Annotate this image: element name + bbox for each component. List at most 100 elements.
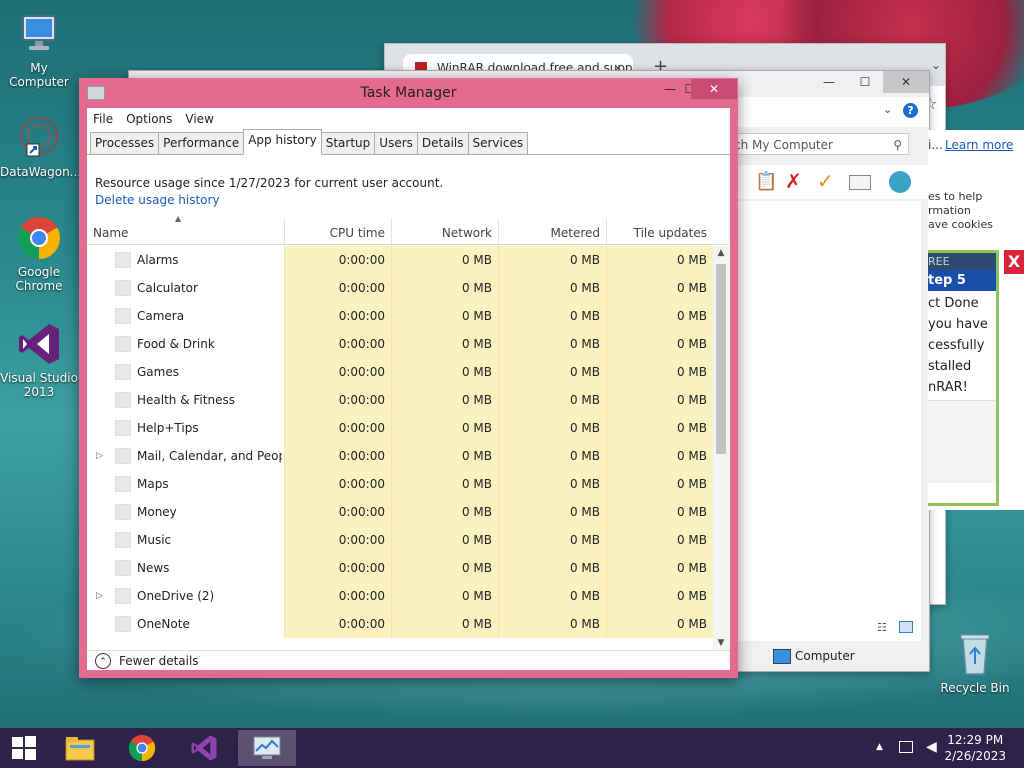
learn-more-link[interactable]: Learn more bbox=[945, 138, 1013, 152]
expand-arrow-icon[interactable]: ▷ bbox=[96, 582, 103, 610]
menu-options[interactable]: Options bbox=[126, 112, 172, 126]
desktop-icon-my-computer[interactable]: My Computer bbox=[0, 10, 78, 89]
cpu-time-cell: 0:00:00 bbox=[284, 274, 391, 302]
task-manager-window[interactable]: Task Manager — ☐ ✕ File Options View Pro… bbox=[79, 78, 738, 678]
properties-icon[interactable] bbox=[849, 175, 871, 190]
menu-view[interactable]: View bbox=[185, 112, 213, 126]
table-row[interactable]: Games 0:00:00 0 MB 0 MB 0 MB bbox=[87, 358, 713, 386]
paste-icon[interactable]: 📋 bbox=[755, 171, 777, 192]
explorer-window-controls: — ☐ ✕ bbox=[811, 71, 929, 97]
table-row[interactable]: Food & Drink 0:00:00 0 MB 0 MB 0 MB bbox=[87, 330, 713, 358]
taskbar-visual-studio[interactable] bbox=[180, 730, 228, 766]
delete-icon[interactable]: ✗ bbox=[785, 169, 802, 193]
tab-details[interactable]: Details bbox=[416, 132, 469, 155]
column-header-network[interactable]: Network bbox=[391, 218, 498, 244]
dropdown-chevron-icon[interactable]: ⌄ bbox=[883, 103, 892, 116]
task-manager-titlebar[interactable]: Task Manager — ☐ ✕ bbox=[79, 78, 738, 106]
table-row[interactable]: Calculator 0:00:00 0 MB 0 MB 0 MB bbox=[87, 274, 713, 302]
explorer-search-input[interactable]: ch My Computer ⚲ bbox=[729, 133, 909, 155]
install-ad-panel: REE tep 5 ct Done you have cessfully sta… bbox=[928, 250, 999, 506]
network-cell: 0 MB bbox=[391, 498, 498, 526]
tab-app-history[interactable]: App history bbox=[243, 129, 322, 155]
globe-icon[interactable] bbox=[889, 171, 911, 193]
menu-file[interactable]: File bbox=[93, 112, 113, 126]
desktop-icon-google-chrome[interactable]: Google Chrome bbox=[0, 214, 78, 293]
app-name-cell: ▷ Mail, Calendar, and Peop... bbox=[87, 442, 284, 470]
column-header-metered-network[interactable]: Metered network bbox=[498, 218, 606, 270]
desktop-icon-visual-studio[interactable]: Visual Studio 2013 bbox=[0, 320, 78, 399]
table-row[interactable]: Money 0:00:00 0 MB 0 MB 0 MB bbox=[87, 498, 713, 526]
delete-usage-history-link[interactable]: Delete usage history bbox=[95, 193, 220, 207]
table-row[interactable]: Music 0:00:00 0 MB 0 MB 0 MB bbox=[87, 526, 713, 554]
app-tile-icon bbox=[115, 560, 131, 576]
app-tile-icon bbox=[115, 308, 131, 324]
desktop-icon-recycle-bin[interactable]: Recycle Bin bbox=[936, 630, 1014, 695]
explorer-minimize-button[interactable]: — bbox=[811, 71, 847, 93]
desktop-icon-datawagon[interactable]: DataWagon... bbox=[0, 114, 81, 179]
network-icon[interactable] bbox=[899, 741, 913, 753]
network-cell: 0 MB bbox=[391, 302, 498, 330]
table-row[interactable]: ▷ Mail, Calendar, and Peop... 0:00:00 0 MB 0… bbox=[87, 442, 713, 470]
volume-icon[interactable]: ◀ bbox=[926, 739, 937, 755]
column-header-name[interactable]: Name bbox=[93, 218, 284, 244]
view-details-icon[interactable]: ☷ bbox=[877, 621, 887, 634]
app-name-cell: News bbox=[87, 554, 284, 582]
taskbar-chrome[interactable] bbox=[118, 730, 166, 766]
column-header-tile-updates[interactable]: Tile updates bbox=[606, 218, 713, 244]
network-cell: 0 MB bbox=[391, 274, 498, 302]
task-manager-icon bbox=[253, 736, 281, 759]
vertical-scrollbar[interactable]: ▲ ▼ bbox=[713, 246, 729, 650]
close-button[interactable]: ✕ bbox=[691, 79, 737, 99]
tab-startup[interactable]: Startup bbox=[320, 132, 376, 155]
start-button[interactable] bbox=[0, 730, 48, 766]
system-clock[interactable]: 12:29 PM 2/26/2023 bbox=[944, 732, 1006, 764]
explorer-content: ☷ bbox=[729, 201, 921, 641]
taskbar-file-explorer[interactable] bbox=[56, 730, 104, 766]
metered-network-cell: 0 MB bbox=[498, 498, 606, 526]
metered-network-cell: 0 MB bbox=[498, 554, 606, 582]
table-row[interactable]: ▷ OneDrive (2) 0:00:00 0 MB 0 MB 0 MB bbox=[87, 582, 713, 610]
app-name-cell: Calculator bbox=[87, 274, 284, 302]
table-row[interactable]: Maps 0:00:00 0 MB 0 MB 0 MB bbox=[87, 470, 713, 498]
check-icon[interactable]: ✓ bbox=[817, 169, 834, 193]
network-cell: 0 MB bbox=[391, 554, 498, 582]
table-row[interactable]: Alarms 0:00:00 0 MB 0 MB 0 MB bbox=[87, 246, 713, 274]
network-cell: 0 MB bbox=[391, 358, 498, 386]
table-row[interactable]: OneNote 0:00:00 0 MB 0 MB 0 MB bbox=[87, 610, 713, 638]
ad-close-button[interactable]: X bbox=[1004, 250, 1024, 274]
explorer-maximize-button[interactable]: ☐ bbox=[847, 71, 883, 93]
table-row[interactable]: News 0:00:00 0 MB 0 MB 0 MB bbox=[87, 554, 713, 582]
explorer-toolbar: 📋 ✗ ✓ bbox=[729, 165, 929, 199]
app-tile-icon bbox=[115, 476, 131, 492]
chrome-icon bbox=[15, 214, 63, 262]
minimize-button[interactable]: — bbox=[657, 79, 683, 99]
app-name-cell: Health & Fitness bbox=[87, 386, 284, 414]
scroll-down-icon[interactable]: ▼ bbox=[713, 636, 729, 650]
fewer-details-button[interactable]: ⌃ Fewer details bbox=[95, 651, 199, 671]
explorer-close-button[interactable]: ✕ bbox=[883, 71, 929, 93]
app-tile-icon bbox=[115, 588, 131, 604]
help-icon[interactable]: ? bbox=[903, 103, 918, 118]
explorer-address-area: ⌄ ? bbox=[729, 97, 929, 127]
column-header-cpu-time[interactable]: CPU time bbox=[284, 218, 391, 244]
table-row[interactable]: Camera 0:00:00 0 MB 0 MB 0 MB bbox=[87, 302, 713, 330]
tab-processes[interactable]: Processes bbox=[90, 132, 160, 155]
tile-updates-cell: 0 MB bbox=[606, 386, 713, 414]
scrollbar-thumb[interactable] bbox=[716, 264, 726, 454]
cpu-time-cell: 0:00:00 bbox=[284, 386, 391, 414]
scroll-up-icon[interactable]: ▲ bbox=[713, 246, 729, 260]
computer-icon bbox=[15, 10, 63, 58]
table-row[interactable]: Health & Fitness 0:00:00 0 MB 0 MB 0 MB bbox=[87, 386, 713, 414]
tab-users[interactable]: Users bbox=[374, 132, 418, 155]
table-row[interactable]: Help+Tips 0:00:00 0 MB 0 MB 0 MB bbox=[87, 414, 713, 442]
view-tiles-icon[interactable] bbox=[899, 621, 913, 633]
tab-strip: Processes Performance App history Startu… bbox=[90, 129, 529, 155]
tile-updates-cell: 0 MB bbox=[606, 498, 713, 526]
tab-search-chevron-icon[interactable]: ⌄ bbox=[931, 58, 941, 72]
app-history-table: Alarms 0:00:00 0 MB 0 MB 0 MB Calculator 0:00:… bbox=[87, 246, 713, 650]
tab-services[interactable]: Services bbox=[467, 132, 529, 155]
expand-arrow-icon[interactable]: ▷ bbox=[96, 442, 103, 470]
taskbar-task-manager[interactable] bbox=[238, 730, 296, 766]
tab-performance[interactable]: Performance bbox=[158, 132, 245, 155]
tray-overflow-chevron-icon[interactable]: ▲ bbox=[876, 742, 883, 752]
